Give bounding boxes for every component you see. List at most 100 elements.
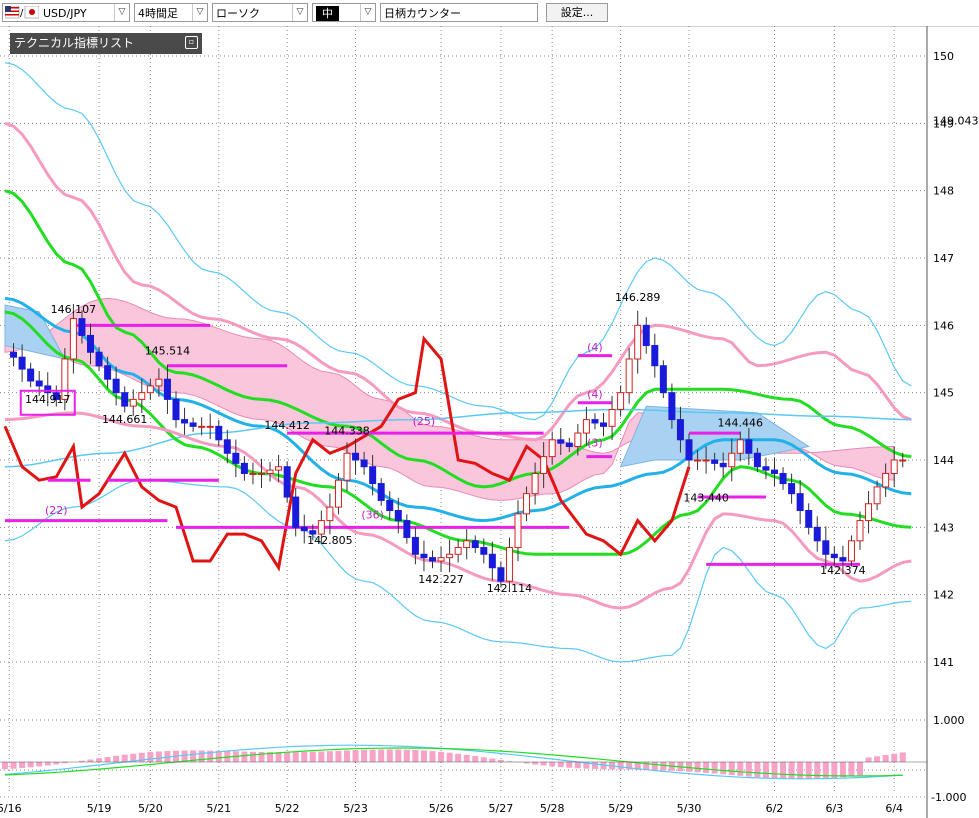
count-label: (4) — [587, 341, 603, 354]
price-label: 146.107 — [51, 303, 97, 316]
osc-histogram-bar — [369, 749, 376, 762]
osc-histogram-bar — [284, 752, 291, 762]
candle-up — [736, 439, 744, 454]
osc-histogram-bar — [104, 756, 111, 762]
osc-histogram-bar — [762, 762, 769, 778]
settings-button[interactable]: 設定... — [546, 3, 608, 22]
osc-histogram-bar — [27, 762, 34, 768]
count-label: (22) — [45, 504, 68, 517]
osc-histogram-bar — [87, 759, 94, 762]
osc-histogram-bar — [780, 762, 787, 779]
candle-down — [591, 419, 599, 424]
osc-histogram-bar — [865, 757, 872, 762]
candle-down — [232, 452, 240, 464]
candle-up — [873, 486, 881, 505]
price-chart[interactable]: 146.107 144.917 145.514 144.661 144.412 144.3… — [0, 26, 979, 818]
candle-down — [822, 540, 830, 555]
candle-down — [369, 466, 377, 485]
candle-down — [386, 499, 394, 511]
osc-histogram-bar — [660, 762, 667, 771]
osc-histogram-bar — [788, 762, 795, 780]
counter-field[interactable]: 日柄カウンター — [380, 3, 538, 22]
symbol-select[interactable]: / USD/JPY ▽ — [2, 3, 130, 22]
candle-down — [189, 422, 197, 427]
candle-up — [206, 425, 214, 428]
candle-down — [18, 356, 26, 370]
candle-up — [437, 557, 445, 562]
y-tick-label: 150 — [933, 50, 954, 63]
x-tick-label: 5/20 — [138, 802, 163, 815]
chart-style-label: ローソク — [216, 7, 260, 20]
osc-histogram-bar — [403, 749, 410, 762]
y-tick-label: 146 — [933, 319, 954, 332]
osc-histogram-bar — [446, 752, 453, 762]
osc-histogram-bar — [147, 752, 154, 762]
candle-down — [394, 510, 402, 522]
x-tick-label: 6/3 — [825, 802, 843, 815]
technical-indicator-list-panel[interactable]: テクニカル指標リスト ▫ — [10, 33, 202, 54]
timeframe-label: 4時間足 — [138, 7, 178, 20]
osc-histogram-bar — [361, 749, 368, 762]
osc-histogram-bar — [53, 762, 60, 765]
candle-up — [694, 459, 702, 462]
x-tick-label: 5/16 — [0, 802, 22, 815]
candle-up — [634, 324, 642, 360]
osc-histogram-bar — [728, 762, 735, 776]
osc-histogram-bar — [557, 762, 564, 768]
candle-down — [659, 365, 667, 394]
bollinger-lower-3 — [4, 479, 912, 663]
osc-histogram-bar — [96, 758, 103, 762]
osc-tick-label: -1.000 — [931, 791, 966, 804]
candle-down — [839, 557, 847, 562]
candle-up — [146, 385, 154, 394]
chevron-down-icon[interactable]: ▽ — [360, 4, 375, 21]
osc-histogram-bar — [694, 762, 701, 773]
candle-down — [642, 324, 650, 347]
chevron-down-icon[interactable]: ▽ — [292, 4, 307, 21]
x-tick-label: 5/23 — [343, 802, 368, 815]
candle-down — [300, 526, 308, 532]
osc-histogram-bar — [386, 749, 393, 762]
osc-histogram-bar — [155, 751, 162, 762]
x-tick-label: 5/19 — [87, 802, 112, 815]
chevron-down-icon[interactable]: ▽ — [192, 4, 207, 21]
candle-down — [411, 536, 419, 555]
osc-histogram-bar — [540, 762, 547, 766]
candle-down — [283, 466, 291, 498]
osc-histogram-bar — [703, 762, 710, 773]
count-label: (3) — [587, 437, 603, 450]
osc-histogram-bar — [2, 762, 8, 770]
candle-up — [865, 503, 873, 522]
size-label: 中 — [316, 6, 339, 21]
chevron-down-icon[interactable]: ▽ — [114, 4, 129, 21]
minimize-icon[interactable]: ▫ — [185, 36, 198, 49]
candle-down — [788, 483, 796, 495]
price-label: 144.412 — [264, 419, 310, 432]
price-label: 145.514 — [145, 344, 191, 357]
osc-histogram-bar — [438, 751, 445, 762]
candle-down — [471, 540, 479, 549]
osc-histogram-bar — [805, 762, 812, 780]
candle-up — [343, 452, 351, 481]
price-label: 146.289 — [615, 291, 661, 304]
candle-down — [830, 553, 838, 559]
size-select[interactable]: 中 ▽ — [312, 3, 376, 22]
count-label: (4) — [587, 388, 603, 401]
candle-down — [420, 553, 428, 559]
price-label: 142.227 — [418, 573, 464, 586]
candle-up — [275, 466, 283, 471]
candle-down — [112, 378, 120, 394]
osc-histogram-bar — [711, 762, 718, 774]
y-tick-label: 148 — [933, 185, 954, 198]
candle-down — [35, 380, 43, 387]
y-tick-label: 142 — [933, 589, 954, 602]
chart-style-select[interactable]: ローソク ▽ — [212, 3, 308, 22]
symbol-label: USD/JPY — [43, 7, 87, 20]
candle-up — [258, 472, 265, 475]
timeframe-select[interactable]: 4時間足 ▽ — [134, 3, 208, 22]
candle-down — [753, 452, 761, 468]
osc-histogram-bar — [480, 757, 487, 762]
osc-histogram-bar — [839, 762, 846, 778]
osc-histogram-bar — [378, 749, 385, 762]
price-label: 144.661 — [102, 413, 148, 426]
